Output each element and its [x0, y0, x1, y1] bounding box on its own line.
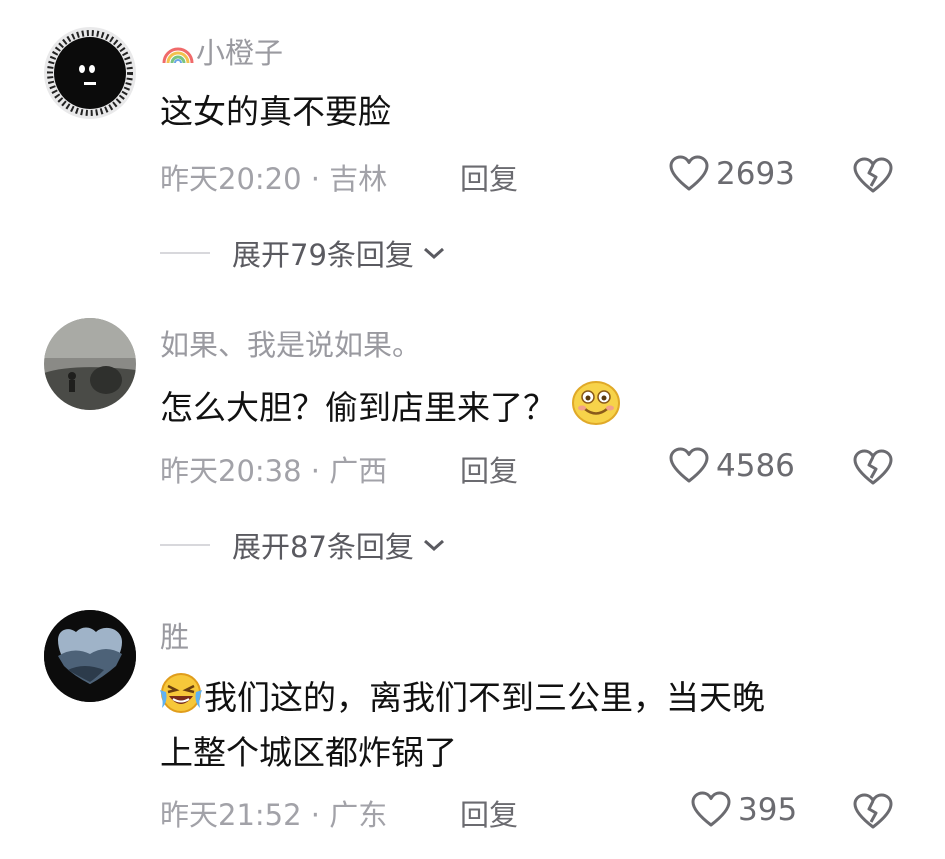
broken-heart-icon: [853, 449, 893, 485]
meta-separator: ·: [301, 798, 330, 832]
meta-separator: ·: [301, 454, 330, 488]
comment-text: 怎么大胆？偷到店里来了？: [160, 380, 621, 439]
like-button[interactable]: 4586: [668, 446, 795, 486]
like-button[interactable]: 395: [690, 790, 797, 830]
reply-button[interactable]: 回复: [460, 448, 518, 490]
like-button[interactable]: 2693: [668, 154, 795, 194]
username[interactable]: 胜: [160, 614, 189, 656]
heart-icon: [669, 447, 709, 483]
comment-meta: 昨天20:38 · 广西: [160, 448, 387, 490]
comment-meta: 昨天20:20 · 吉林: [160, 156, 387, 198]
chevron-down-icon: [423, 539, 444, 552]
broken-heart-icon: [853, 157, 893, 193]
comment-text-content: 怎么大胆？偷到店里来了？: [160, 388, 556, 427]
timestamp: 昨天20:38: [160, 454, 302, 488]
reply-button[interactable]: 回复: [460, 156, 518, 198]
location: 广东: [329, 798, 388, 832]
like-count: 4586: [716, 448, 795, 484]
rainbow-icon: [160, 37, 196, 74]
expand-replies-button[interactable]: 展开79条回复: [160, 232, 446, 274]
expand-replies-label: 展开79条回复: [232, 238, 414, 272]
username-text: 小橙子: [196, 36, 284, 70]
heart-icon: [669, 155, 709, 191]
comment-meta: 昨天21:52 · 广东: [160, 792, 387, 834]
avatar[interactable]: [44, 27, 136, 119]
reply-button[interactable]: 回复: [460, 792, 518, 834]
expand-replies-button[interactable]: 展开87条回复: [160, 524, 446, 566]
broken-heart-icon: [853, 793, 893, 829]
timestamp: 昨天21:52: [160, 798, 302, 832]
username[interactable]: 如果、我是说如果。: [160, 322, 421, 364]
comment-text-line1: 我们这的，离我们不到三公里，当天晚: [204, 678, 765, 717]
comment-text-line2: 上整个城区都炸锅了: [160, 733, 457, 772]
like-count: 2693: [716, 156, 795, 192]
location: 广西: [329, 454, 388, 488]
laughing-crying-emoji: [158, 670, 204, 729]
comment-text: 我们这的，离我们不到三公里，当天晚 上整个城区都炸锅了: [160, 670, 765, 777]
dislike-button[interactable]: [852, 156, 894, 196]
divider-line: [160, 544, 210, 546]
like-count: 395: [738, 792, 798, 828]
meta-separator: ·: [301, 162, 330, 196]
location: 吉林: [329, 162, 388, 196]
avatar[interactable]: [44, 610, 136, 702]
comment-text: 这女的真不要脸: [160, 92, 391, 131]
chevron-down-icon: [423, 247, 444, 260]
smiling-face-emoji: [571, 380, 621, 439]
username[interactable]: 小橙子: [160, 30, 283, 74]
heart-icon: [691, 791, 731, 827]
dislike-button[interactable]: [852, 792, 894, 832]
timestamp: 昨天20:20: [160, 162, 302, 196]
avatar[interactable]: [44, 318, 136, 410]
dislike-button[interactable]: [852, 448, 894, 488]
expand-replies-label: 展开87条回复: [232, 530, 414, 564]
divider-line: [160, 252, 210, 254]
